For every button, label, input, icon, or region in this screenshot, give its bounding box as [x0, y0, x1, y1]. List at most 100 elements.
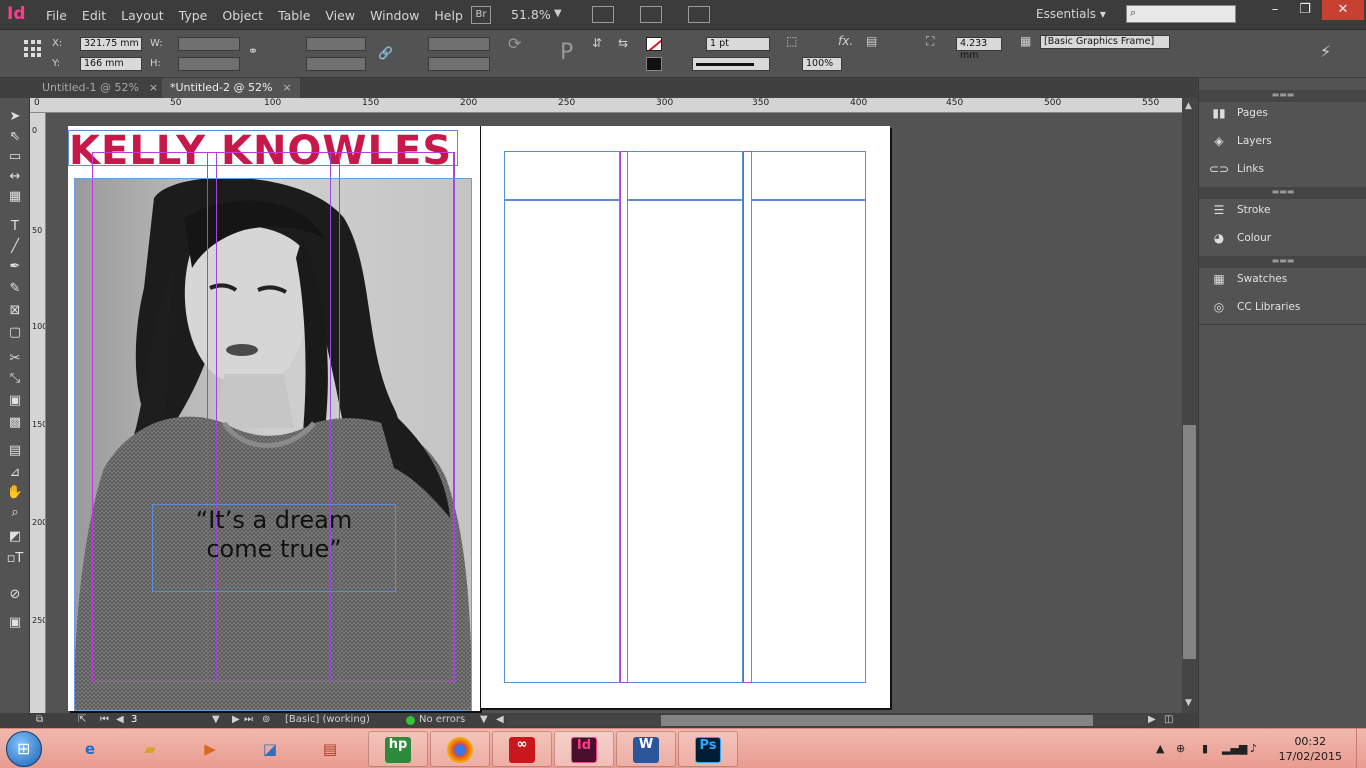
vertical-scrollbar[interactable]: ▲ ▼	[1182, 98, 1198, 713]
text-frame[interactable]	[751, 151, 866, 200]
volume-icon[interactable]: ♪	[1250, 742, 1257, 755]
internet-explorer-icon[interactable]: e	[70, 732, 110, 766]
page-dropdown-icon[interactable]: ▼	[212, 714, 220, 725]
creative-cloud-button[interactable]: ∞	[492, 731, 552, 767]
free-transform-tool-icon[interactable]: ⤡	[6, 370, 24, 388]
panel-cc-libraries[interactable]: ◎ CC Libraries	[1209, 296, 1301, 318]
menu-object[interactable]: Object	[222, 8, 263, 23]
battery-icon[interactable]: ▮	[1202, 742, 1208, 755]
quote-frame[interactable]: “It’s a dream come true”	[152, 504, 396, 592]
scroll-left-icon[interactable]: ◀	[496, 714, 504, 725]
effects-icon[interactable]: fx.	[838, 34, 853, 48]
panel-stroke[interactable]: ☰ Stroke	[1209, 199, 1271, 221]
panel-colour[interactable]: ◕ Colour	[1209, 227, 1271, 249]
system-clock[interactable]: 00:32 17/02/2015	[1279, 734, 1342, 764]
scroll-down-icon[interactable]: ▼	[1185, 698, 1192, 708]
last-page-icon[interactable]: ⏭	[244, 714, 253, 725]
restore-button[interactable]: ❐	[1290, 0, 1320, 20]
text-frame[interactable]	[504, 151, 620, 200]
apply-none-icon[interactable]: ⊘	[6, 586, 24, 604]
bridge-button[interactable]: Br	[471, 6, 491, 24]
y-position-field[interactable]: 166 mm	[80, 57, 142, 71]
text-wrap-icon[interactable]: ▤	[866, 34, 877, 48]
previous-page-icon[interactable]: ◀	[116, 714, 124, 725]
tab-untitled-2[interactable]: *Untitled-2 @ 52% ×	[162, 78, 300, 98]
panel-grip[interactable]: ▬▬▬	[1199, 187, 1366, 199]
media-player-icon[interactable]: ▶	[190, 732, 230, 766]
flip-horizontal-icon[interactable]: ⇆	[618, 36, 628, 50]
note-tool-icon[interactable]: ▤	[6, 442, 24, 460]
rotation-field[interactable]	[428, 37, 490, 51]
show-hidden-icons-icon[interactable]: ▲	[1156, 742, 1164, 755]
arrange-documents-button[interactable]	[688, 6, 710, 23]
fitting-icon[interactable]: ⛶	[926, 34, 934, 49]
close-button[interactable]: ✕	[1322, 0, 1364, 20]
word-taskbar-button[interactable]: W	[616, 731, 676, 767]
tab-untitled-1[interactable]: Untitled-1 @ 52% ×	[34, 78, 166, 98]
menu-layout[interactable]: Layout	[121, 8, 164, 23]
show-desktop-button[interactable]	[1356, 729, 1366, 768]
menu-table[interactable]: Table	[278, 8, 310, 23]
file-explorer-icon[interactable]: ▰	[130, 732, 170, 766]
zoom-level[interactable]: 51.8%	[511, 7, 551, 22]
menu-view[interactable]: View	[325, 8, 355, 23]
next-page-icon[interactable]: ▶	[232, 714, 240, 725]
fill-stroke-icon[interactable]: ◩	[6, 528, 24, 546]
constrain-proportions-icon[interactable]: ⚭	[248, 44, 258, 58]
indesign-taskbar-button[interactable]: Id	[554, 731, 614, 767]
gradient-tool-icon[interactable]: ▣	[6, 392, 24, 410]
screen-mode-button[interactable]	[640, 6, 662, 23]
pencil-tool-icon[interactable]: ✎	[6, 280, 24, 298]
panel-pages[interactable]: ▮▮ Pages	[1209, 102, 1268, 124]
formatting-affects-icon[interactable]: ▫T	[6, 550, 24, 568]
frame-fitting-icon[interactable]: ⬚	[786, 34, 797, 48]
menu-file[interactable]: File	[46, 8, 67, 23]
shear-field[interactable]	[428, 57, 490, 71]
signal-icon[interactable]: ▂▄▆	[1222, 742, 1247, 755]
panel-swatches[interactable]: ▦ Swatches	[1209, 268, 1287, 290]
zoom-tool-icon[interactable]: ⌕	[6, 504, 24, 522]
page-left[interactable]: KELLY KNOWLES “It’s a dream come true”	[68, 126, 480, 711]
screen-mode-icon[interactable]: ▣	[6, 614, 24, 632]
rotate-icon[interactable]: ⟳	[508, 34, 521, 53]
scale-x-field[interactable]	[306, 37, 366, 51]
start-button[interactable]: ⊞	[6, 731, 42, 767]
horizontal-ruler[interactable]: 0 50 100 150 200 250 300 350 400 450 500…	[30, 98, 1182, 113]
panel-layers[interactable]: ◈ Layers	[1209, 130, 1271, 152]
stroke-type-select[interactable]	[692, 57, 770, 71]
zoom-dropdown-icon[interactable]: ▼	[554, 8, 562, 19]
scroll-right-icon[interactable]: ▶	[1148, 714, 1156, 725]
stroke-weight-field[interactable]: 1 pt	[706, 37, 770, 51]
path-type-icon[interactable]: P	[560, 40, 573, 65]
scroll-thumb[interactable]	[1183, 425, 1196, 659]
menu-window[interactable]: Window	[370, 8, 419, 23]
tab-close-icon[interactable]: ×	[149, 81, 158, 94]
menu-edit[interactable]: Edit	[82, 8, 106, 23]
rectangle-tool-icon[interactable]: ▢	[6, 324, 24, 342]
view-options-button[interactable]	[592, 6, 614, 23]
flash-icon[interactable]: ⚡	[1320, 42, 1331, 61]
menu-type[interactable]: Type	[179, 8, 208, 23]
scale-link-icon[interactable]: 🔗	[378, 46, 393, 60]
width-field[interactable]	[178, 37, 240, 51]
scale-y-field[interactable]	[306, 57, 366, 71]
flip-vertical-icon[interactable]: ⇵	[592, 36, 602, 50]
document-canvas[interactable]: KELLY KNOWLES “It’s a dream come true”	[46, 113, 1182, 713]
hand-tool-icon[interactable]: ✋	[6, 484, 24, 502]
menu-help[interactable]: Help	[434, 8, 463, 23]
network-icon[interactable]: ⊕	[1176, 742, 1185, 755]
workspace-switcher[interactable]: Essentials ▾	[1036, 7, 1106, 21]
text-frame[interactable]	[627, 151, 743, 200]
preflight-menu-icon[interactable]: ▼	[480, 714, 488, 725]
content-collector-icon[interactable]: ▦	[6, 188, 24, 206]
fill-swatch-icon[interactable]	[646, 37, 662, 51]
opacity-field[interactable]: 100%	[802, 57, 842, 71]
offset-field[interactable]: 4.233 mm	[956, 37, 1002, 61]
scroll-thumb[interactable]	[661, 715, 1093, 726]
panel-grip[interactable]: ▬▬▬	[1199, 256, 1366, 268]
panel-links[interactable]: ⊂⊃ Links	[1209, 158, 1264, 180]
page-right[interactable]	[480, 126, 890, 708]
direct-selection-tool-icon[interactable]: ⇖	[6, 128, 24, 146]
first-page-icon[interactable]: ⏮	[100, 714, 109, 725]
open-page-icon[interactable]: ⇱	[78, 714, 86, 725]
